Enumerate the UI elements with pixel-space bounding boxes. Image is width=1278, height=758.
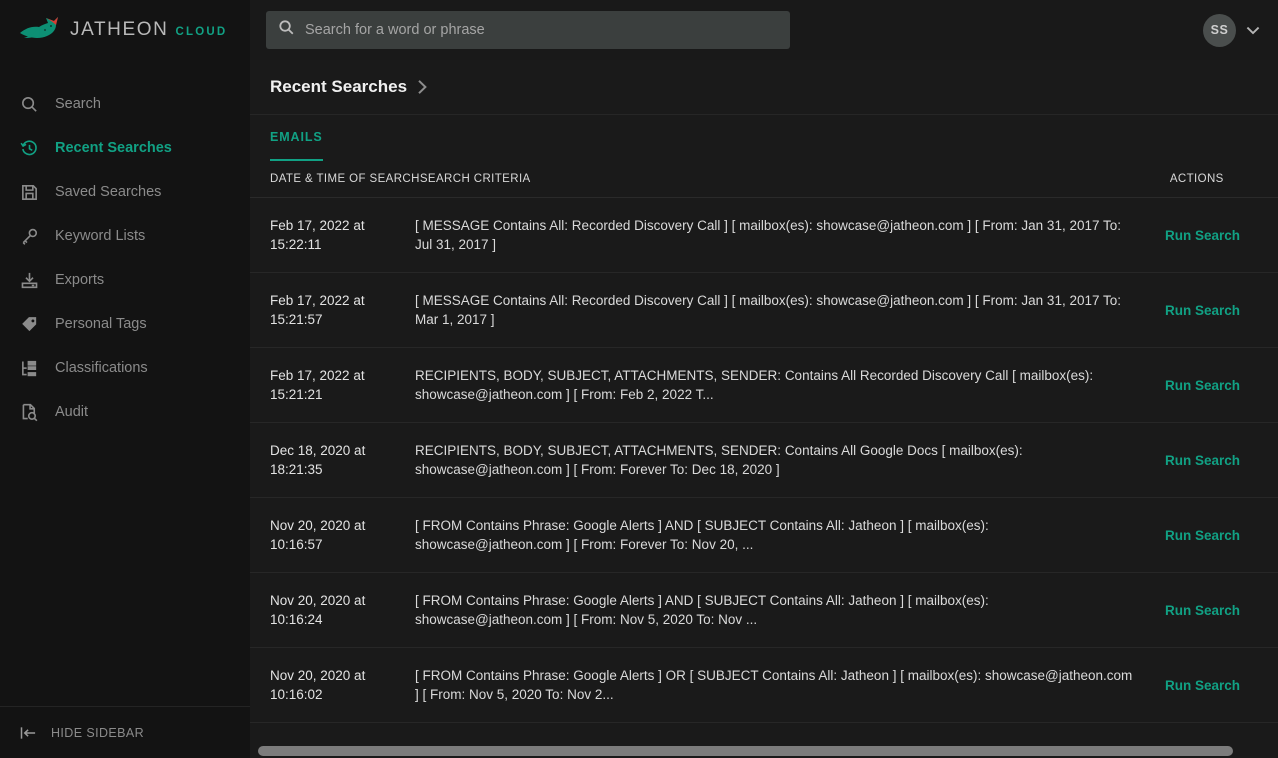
column-header-actions: ACTIONS [1169, 173, 1224, 185]
run-search-button[interactable]: Run Search [1165, 228, 1278, 243]
sidebar-item-label: Search [55, 96, 101, 112]
sidebar-item-exports[interactable]: Exports [0, 258, 250, 302]
table-header-row: DATE & TIME OF SEARCH SEARCH CRITERIA AC… [250, 161, 1278, 198]
sidebar-item-label: Saved Searches [55, 184, 162, 200]
cell-criteria: [ MESSAGE Contains All: Recorded Discove… [415, 293, 1122, 327]
sidebar-item-label: Recent Searches [55, 140, 172, 156]
recent-searches-table: DATE & TIME OF SEARCH SEARCH CRITERIA AC… [250, 161, 1278, 723]
topbar: SS [250, 0, 1278, 60]
horizontal-scrollbar-thumb[interactable] [258, 746, 1233, 756]
sidebar-item-label: Keyword Lists [55, 228, 146, 244]
cell-criteria: RECIPIENTS, BODY, SUBJECT, ATTACHMENTS, … [415, 368, 1094, 402]
history-clock-icon [20, 139, 39, 158]
chevron-right-icon[interactable] [417, 79, 428, 95]
run-search-button[interactable]: Run Search [1165, 303, 1278, 318]
cell-date: Feb 17, 2022 at 15:21:21 [270, 368, 365, 402]
sidebar-item-classifications[interactable]: Classifications [0, 346, 250, 390]
global-search[interactable] [266, 11, 790, 49]
hide-sidebar-label: HIDE SIDEBAR [51, 725, 145, 740]
sidebar-item-keyword-lists[interactable]: Keyword Lists [0, 214, 250, 258]
document-search-icon [20, 403, 39, 422]
cell-criteria: [ FROM Contains Phrase: Google Alerts ] … [415, 518, 989, 552]
column-header-criteria: SEARCH CRITERIA [419, 173, 531, 185]
hide-sidebar-button[interactable]: HIDE SIDEBAR [0, 706, 250, 758]
chevron-down-icon[interactable] [1246, 26, 1260, 35]
page-header: Recent Searches [250, 60, 1278, 115]
horizontal-scrollbar[interactable] [250, 743, 1278, 758]
tab-bar: EMAILS [250, 115, 1278, 161]
fox-logo-icon [18, 15, 62, 45]
cell-date: Nov 20, 2020 at 10:16:57 [270, 518, 366, 552]
column-header-date: DATE & TIME OF SEARCH [270, 173, 420, 185]
table-row[interactable]: Feb 17, 2022 at 15:22:11 [ MESSAGE Conta… [250, 198, 1278, 273]
floppy-save-icon [20, 183, 39, 202]
sidebar-item-label: Audit [55, 404, 89, 420]
page-title: Recent Searches [270, 77, 408, 96]
brand-suffix: CLOUD [175, 26, 228, 38]
run-search-button[interactable]: Run Search [1165, 603, 1278, 618]
sidebar-item-label: Classifications [55, 360, 148, 376]
tab-emails[interactable]: EMAILS [270, 115, 323, 161]
table-row[interactable]: Nov 20, 2020 at 10:16:02 [ FROM Contains… [250, 648, 1278, 723]
table-row[interactable]: Feb 17, 2022 at 15:21:21 RECIPIENTS, BOD… [250, 348, 1278, 423]
sidebar-item-label: Personal Tags [55, 316, 147, 332]
cell-date: Nov 20, 2020 at 10:16:24 [270, 593, 366, 627]
topbar-right: SS [1203, 13, 1260, 47]
run-search-button[interactable]: Run Search [1165, 453, 1278, 468]
brand-name-text: JATHEON [70, 19, 169, 40]
brand-logo[interactable]: JATHEON CLOUD [0, 0, 250, 60]
brand-name: JATHEON CLOUD [70, 19, 227, 41]
cell-date: Nov 20, 2020 at 10:16:02 [270, 668, 366, 702]
table-row[interactable]: Dec 18, 2020 at 18:21:35 RECIPIENTS, BOD… [250, 423, 1278, 498]
cell-date: Dec 18, 2020 at 18:21:35 [270, 443, 366, 477]
search-input[interactable] [305, 22, 778, 38]
sidebar-nav: Search Recent Searches Saved Searches Ke… [0, 82, 250, 434]
cell-date: Feb 17, 2022 at 15:21:57 [270, 293, 365, 327]
cell-criteria: [ FROM Contains Phrase: Google Alerts ] … [415, 668, 1133, 702]
tag-icon [20, 315, 39, 334]
collapse-left-icon [20, 726, 37, 740]
avatar[interactable]: SS [1203, 13, 1236, 47]
sidebar: JATHEON CLOUD Search Recent Searches Sav… [0, 0, 250, 758]
table-row[interactable]: Nov 20, 2020 at 10:16:24 [ FROM Contains… [250, 573, 1278, 648]
run-search-button[interactable]: Run Search [1165, 378, 1278, 393]
table-scroll-area[interactable]: DATE & TIME OF SEARCH SEARCH CRITERIA AC… [250, 161, 1278, 758]
main-content: SS Recent Searches EMAILS DATE & TIME OF… [250, 0, 1278, 758]
cell-criteria: [ FROM Contains Phrase: Google Alerts ] … [415, 593, 989, 627]
search-icon [278, 19, 295, 41]
key-icon [20, 227, 39, 246]
download-tray-icon [20, 271, 39, 290]
sidebar-item-saved-searches[interactable]: Saved Searches [0, 170, 250, 214]
search-icon [20, 95, 39, 114]
sidebar-item-search[interactable]: Search [0, 82, 250, 126]
sidebar-item-recent-searches[interactable]: Recent Searches [0, 126, 250, 170]
sidebar-item-label: Exports [55, 272, 105, 288]
sidebar-item-personal-tags[interactable]: Personal Tags [0, 302, 250, 346]
cell-date: Feb 17, 2022 at 15:22:11 [270, 218, 365, 252]
table-row[interactable]: Nov 20, 2020 at 10:16:57 [ FROM Contains… [250, 498, 1278, 573]
cell-criteria: RECIPIENTS, BODY, SUBJECT, ATTACHMENTS, … [415, 443, 1023, 477]
sidebar-item-audit[interactable]: Audit [0, 390, 250, 434]
run-search-button[interactable]: Run Search [1165, 678, 1278, 693]
table-row[interactable]: Feb 17, 2022 at 15:21:57 [ MESSAGE Conta… [250, 273, 1278, 348]
sitemap-tree-icon [20, 359, 39, 378]
run-search-button[interactable]: Run Search [1165, 528, 1278, 543]
app-root: JATHEON CLOUD Search Recent Searches Sav… [0, 0, 1278, 758]
cell-criteria: [ MESSAGE Contains All: Recorded Discove… [415, 218, 1122, 252]
